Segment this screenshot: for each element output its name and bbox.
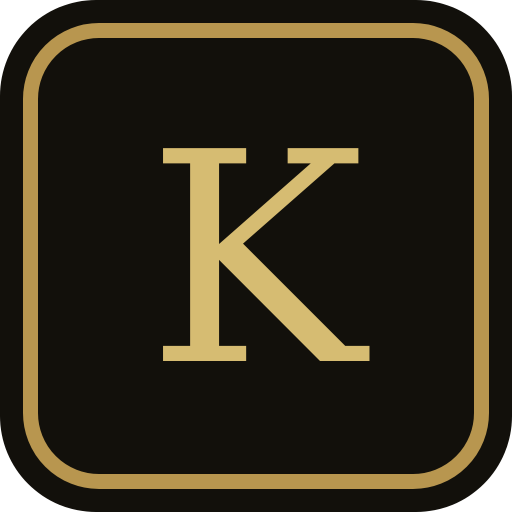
monogram-letter: K [146, 90, 366, 430]
app-icon[interactable]: K [0, 0, 512, 512]
